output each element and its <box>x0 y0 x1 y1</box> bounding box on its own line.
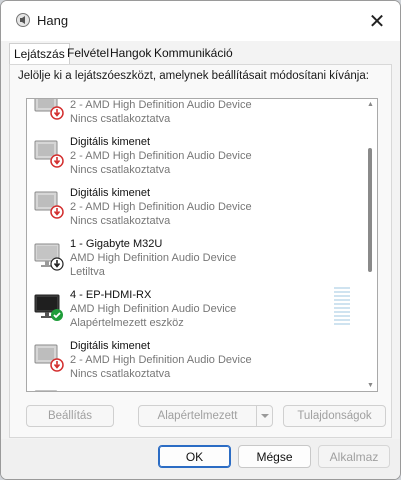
monitor-default-icon <box>34 294 63 321</box>
tab-recording[interactable]: Felvétel <box>67 46 109 64</box>
device-status: Nincs csatlakoztatva <box>70 113 171 125</box>
speaker-disconnected-icon <box>34 99 64 120</box>
list-item[interactable]: 4 - EP-HDMI-RX AMD High Definition Audio… <box>27 287 357 338</box>
device-status: Letiltva <box>70 266 105 278</box>
instruction-text: Jelölje ki a lejátszóeszközt, amelynek b… <box>18 70 369 82</box>
device-name: 1 - Gigabyte M32U <box>70 238 163 250</box>
device-name: Digitális kimenet <box>70 187 151 199</box>
vertical-scrollbar[interactable]: ▲ ▼ <box>365 101 375 389</box>
configure-button[interactable]: Beállítás <box>26 405 114 427</box>
scroll-thumb[interactable] <box>368 148 372 272</box>
device-driver: AMD High Definition Audio Device <box>70 252 237 264</box>
dialog-footer: OK Mégse Alkalmaz <box>1 439 400 479</box>
close-icon: ✕ <box>368 10 386 33</box>
speaker-disconnected-icon <box>34 344 64 372</box>
list-item[interactable]: Digitális kimenet 2 - AMD High Definitio… <box>27 185 357 236</box>
device-status: Nincs csatlakoztatva <box>70 368 171 380</box>
sound-dialog: Hang ✕ Lejátszás Felvétel Hangok Kommuni… <box>0 0 401 480</box>
tab-communication[interactable]: Kommunikáció <box>154 46 233 64</box>
list-item[interactable]: Digitális kimenet 2 - AMD High Definitio… <box>27 338 357 389</box>
device-status: Nincs csatlakoztatva <box>70 215 171 227</box>
properties-button[interactable]: Tulajdonságok <box>283 405 386 427</box>
device-driver: 2 - AMD High Definition Audio Device <box>70 150 252 162</box>
title-bar: Hang ✕ <box>1 1 400 41</box>
device-status: Alapértelmezett eszköz <box>70 317 184 329</box>
set-default-dropdown[interactable] <box>256 405 273 427</box>
speaker-app-icon <box>15 12 31 28</box>
window-title: Hang <box>37 13 69 28</box>
apply-button[interactable]: Alkalmaz <box>318 445 390 468</box>
monitor-disabled-icon <box>34 243 64 271</box>
device-list[interactable]: 2 - AMD High Definition Audio Device Nin… <box>26 98 378 392</box>
scroll-up-arrow-icon[interactable]: ▲ <box>367 101 374 108</box>
volume-level-meter <box>334 287 350 328</box>
device-driver: AMD High Definition Audio Device <box>70 303 237 315</box>
ok-button[interactable]: OK <box>158 445 231 468</box>
speaker-disconnected-icon <box>34 390 58 391</box>
close-button[interactable]: ✕ <box>354 1 400 41</box>
list-item[interactable]: Digitális kimenet 2 - AMD High Definitio… <box>27 134 357 185</box>
tab-sounds[interactable]: Hangok <box>110 46 151 64</box>
dialog-body: Lejátszás Felvétel Hangok Kommunikáció J… <box>1 41 400 439</box>
tab-playback[interactable]: Lejátszás <box>9 43 70 64</box>
scroll-down-arrow-icon[interactable]: ▼ <box>367 382 374 389</box>
chevron-down-icon <box>260 414 269 418</box>
device-name: 4 - EP-HDMI-RX <box>70 289 152 301</box>
device-driver: 2 - AMD High Definition Audio Device <box>70 201 252 213</box>
set-default-button[interactable]: Alapértelmezett <box>138 405 257 427</box>
list-item[interactable]: 1 - Gigabyte M32U AMD High Definition Au… <box>27 236 357 287</box>
device-name: Digitális kimenet <box>70 136 151 148</box>
device-status: Nincs csatlakoztatva <box>70 164 171 176</box>
speaker-disconnected-icon <box>34 140 64 168</box>
device-driver: 2 - AMD High Definition Audio Device <box>70 354 252 366</box>
device-name: Digitális kimenet <box>70 340 151 352</box>
device-driver: 2 - AMD High Definition Audio Device <box>70 99 252 111</box>
cancel-button[interactable]: Mégse <box>238 445 311 468</box>
speaker-disconnected-icon <box>34 191 64 219</box>
list-item[interactable] <box>27 387 357 391</box>
